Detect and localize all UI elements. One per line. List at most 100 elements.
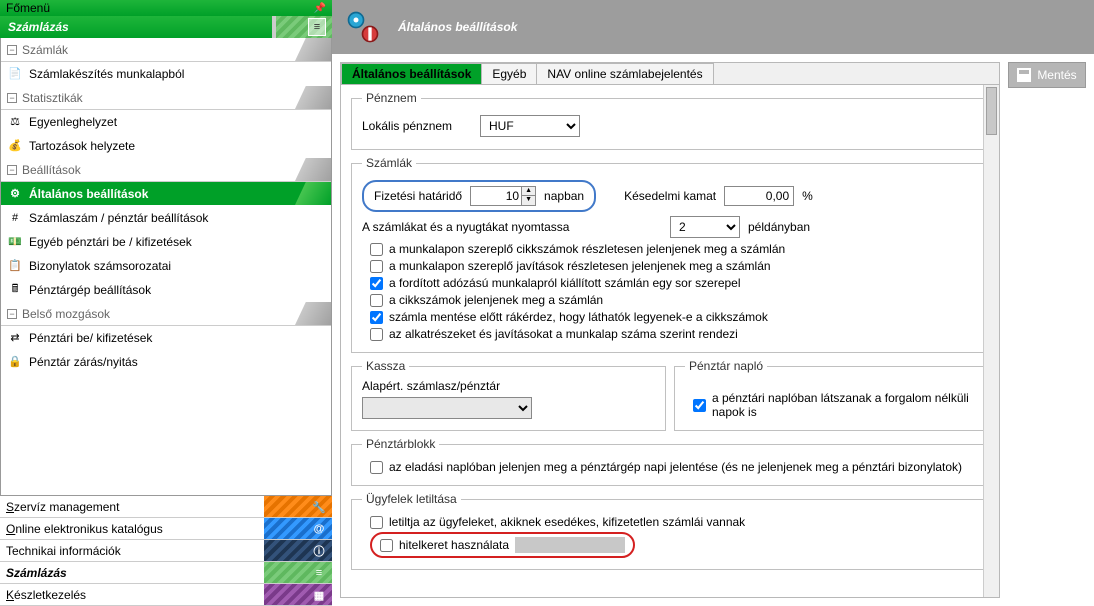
legend-penztarblokk: Pénztárblokk (362, 437, 439, 451)
item-label: Pénztárgép beállítások (29, 283, 151, 297)
item-penztargep[interactable]: 🖩 Pénztárgép beállítások (1, 278, 331, 302)
item-altalanos[interactable]: ⚙Általános beállítások (1, 182, 331, 206)
group-label: Beállítások (22, 163, 81, 177)
group-statisztikak[interactable]: −Statisztikák (1, 86, 331, 110)
bot-szamlazas[interactable]: Számlázás≡ (0, 562, 332, 584)
tab-general[interactable]: Általános beállítások (341, 63, 482, 84)
chk-alkatresz-rendez[interactable] (370, 328, 383, 341)
pin-icon[interactable]: 📌 (314, 3, 326, 14)
tab-nav-online[interactable]: NAV online számlabejelentés (536, 63, 713, 84)
chk-naplo-forgalomnelkul[interactable] (693, 399, 706, 412)
chk-mentes-rakerdez[interactable] (370, 311, 383, 324)
bot-szerviz[interactable]: Szervíz management🔧 (0, 496, 332, 518)
nav-tree: −Számlák 📄Számlakészítés munkalapból −St… (0, 38, 332, 495)
fieldset-naplo: Pénztár napló a pénztári naplóban látsza… (674, 359, 989, 431)
bot-label: Online elektronikus katalógus (6, 522, 163, 536)
highlight-hitelkeret: hitelkeret használata (370, 532, 635, 558)
item-label: Számlaszám / pénztár beállítások (29, 211, 208, 225)
cash-icon: 💵 (7, 234, 23, 250)
fieldset-ugyfelek: Ügyfelek letiltása letiltja az ügyfeleke… (351, 492, 989, 570)
chk-hitelkeret[interactable] (380, 539, 393, 552)
register-icon: 🖩 (7, 282, 23, 298)
input-kamat[interactable] (724, 186, 794, 206)
collapse-icon[interactable]: − (7, 45, 17, 55)
save-label: Mentés (1037, 68, 1076, 82)
chk-letiltja-ugyfelek[interactable] (370, 516, 383, 529)
item-egyenleg[interactable]: ⚖Egyenleghelyzet (1, 110, 331, 134)
item-szamlakeszites[interactable]: 📄Számlakészítés munkalapból (1, 62, 331, 86)
label-fizhatarido: Fizetési határidő (374, 189, 462, 203)
balance-icon: ⚖ (7, 114, 23, 130)
save-button[interactable]: Mentés (1008, 62, 1086, 88)
item-penztar-zaras[interactable]: 🔒 Pénztár zárás/nyitás (1, 350, 331, 374)
fieldset-penztarblokk: Pénztárblokk az eladási naplóban jelenje… (351, 437, 989, 486)
section-szamlazas[interactable]: Számlázás ≡ (0, 16, 332, 38)
gears-icon (346, 10, 380, 44)
info-icon: ⓘ (310, 542, 328, 560)
scrollbar[interactable] (983, 85, 999, 597)
chk-javitasok-reszletes[interactable] (370, 260, 383, 273)
collapse-icon[interactable]: − (7, 165, 17, 175)
chk-eladasi-naplo[interactable] (370, 461, 383, 474)
bot-technikai[interactable]: Technikai információkⓘ (0, 540, 332, 562)
form-body: Pénznem Lokális pénznem HUF Számlák Fize… (341, 85, 999, 597)
chk-label: az eladási naplóban jelenjen meg a pénzt… (389, 460, 962, 474)
chk-label: a cikkszámok jelenjenek meg a számlán (389, 293, 603, 307)
doc-icon: 📄 (7, 66, 23, 82)
chk-label: a munkalapon szereplő javítások részlete… (389, 259, 771, 273)
group-beallitasok[interactable]: −Beállítások (1, 158, 331, 182)
numbers-icon: # (7, 210, 23, 226)
legend-kassza: Kassza (362, 359, 409, 373)
chk-cikkszamok-reszletes[interactable] (370, 243, 383, 256)
spin-up-icon[interactable]: ▲ (521, 187, 535, 196)
item-penztari-beki[interactable]: ⇄ Pénztári be/ kifizetések (1, 326, 331, 350)
legend-naplo: Pénztár napló (685, 359, 767, 373)
main-area: Általános beállítások Általános beállítá… (332, 0, 1094, 606)
lock-icon: 🔒 (7, 354, 23, 370)
list-icon: 📋 (7, 258, 23, 274)
inout-icon: ⇄ (7, 330, 23, 346)
label-peldanyban: példányban (748, 220, 810, 234)
chk-forditott-adozas[interactable] (370, 277, 383, 290)
bot-online-kat[interactable]: Online elektronikus katalógus@ (0, 518, 332, 540)
highlight-fizhatarido: Fizetési határidő ▲▼ napban (362, 180, 596, 212)
group-label: Belső mozgások (22, 307, 110, 321)
collapse-icon[interactable]: − (7, 93, 17, 103)
fieldset-kassza: Kassza Alapért. számlasz/pénztár (351, 359, 666, 431)
item-bizonylatok[interactable]: 📋 Bizonylatok számsorozatai (1, 254, 331, 278)
item-label: Pénztár zárás/nyitás (29, 355, 138, 369)
input-days[interactable] (471, 187, 521, 205)
group-label: Statisztikák (22, 91, 83, 105)
select-currency[interactable]: HUF (480, 115, 580, 137)
legend-ugyfelek: Ügyfelek letiltása (362, 492, 461, 506)
item-label: Bizonylatok számsorozatai (29, 259, 171, 273)
select-kassza[interactable] (362, 397, 532, 419)
item-tartozasok[interactable]: 💰Tartozások helyzete (1, 134, 331, 158)
tab-other[interactable]: Egyéb (481, 63, 537, 84)
group-belso[interactable]: −Belső mozgások (1, 302, 331, 326)
group-szamlak[interactable]: −Számlák (1, 38, 331, 62)
scrollbar-thumb[interactable] (986, 87, 997, 135)
chk-label: a munkalapon szereplő cikkszámok részlet… (389, 242, 785, 256)
collapse-icon[interactable]: − (7, 309, 17, 319)
title-bar: Általános beállítások (332, 0, 1094, 54)
label-nyomtassa: A számlákat és a nyugtákat nyomtassa (362, 220, 662, 234)
select-peldany[interactable]: 2 (670, 216, 740, 238)
item-egyeb-penztari[interactable]: 💵Egyéb pénztári be / kifizetések (1, 230, 331, 254)
bot-keszlet[interactable]: Készletkezelés▦ (0, 584, 332, 606)
chk-label: a fordított adózású munkalapról kiállíto… (389, 276, 741, 290)
chk-label: hitelkeret használata (399, 538, 509, 552)
wrench-icon: 🔧 (310, 498, 328, 516)
chk-cikkszamok-megjelen[interactable] (370, 294, 383, 307)
bot-label: Készletkezelés (6, 588, 86, 602)
spin-down-icon[interactable]: ▼ (521, 196, 535, 205)
item-label: Tartozások helyzete (29, 139, 135, 153)
item-label: Pénztári be/ kifizetések (29, 331, 152, 345)
item-szamlaszam[interactable]: # Számlaszám / pénztár beállítások (1, 206, 331, 230)
invoice-icon: ≡ (310, 564, 328, 582)
invoice-icon: ≡ (308, 18, 326, 36)
bottom-nav: Szervíz management🔧 Online elektronikus … (0, 495, 332, 606)
spinner-days[interactable]: ▲▼ (470, 186, 536, 206)
label-napban: napban (544, 189, 584, 203)
label-kassza-default: Alapért. számlasz/pénztár (362, 379, 655, 393)
